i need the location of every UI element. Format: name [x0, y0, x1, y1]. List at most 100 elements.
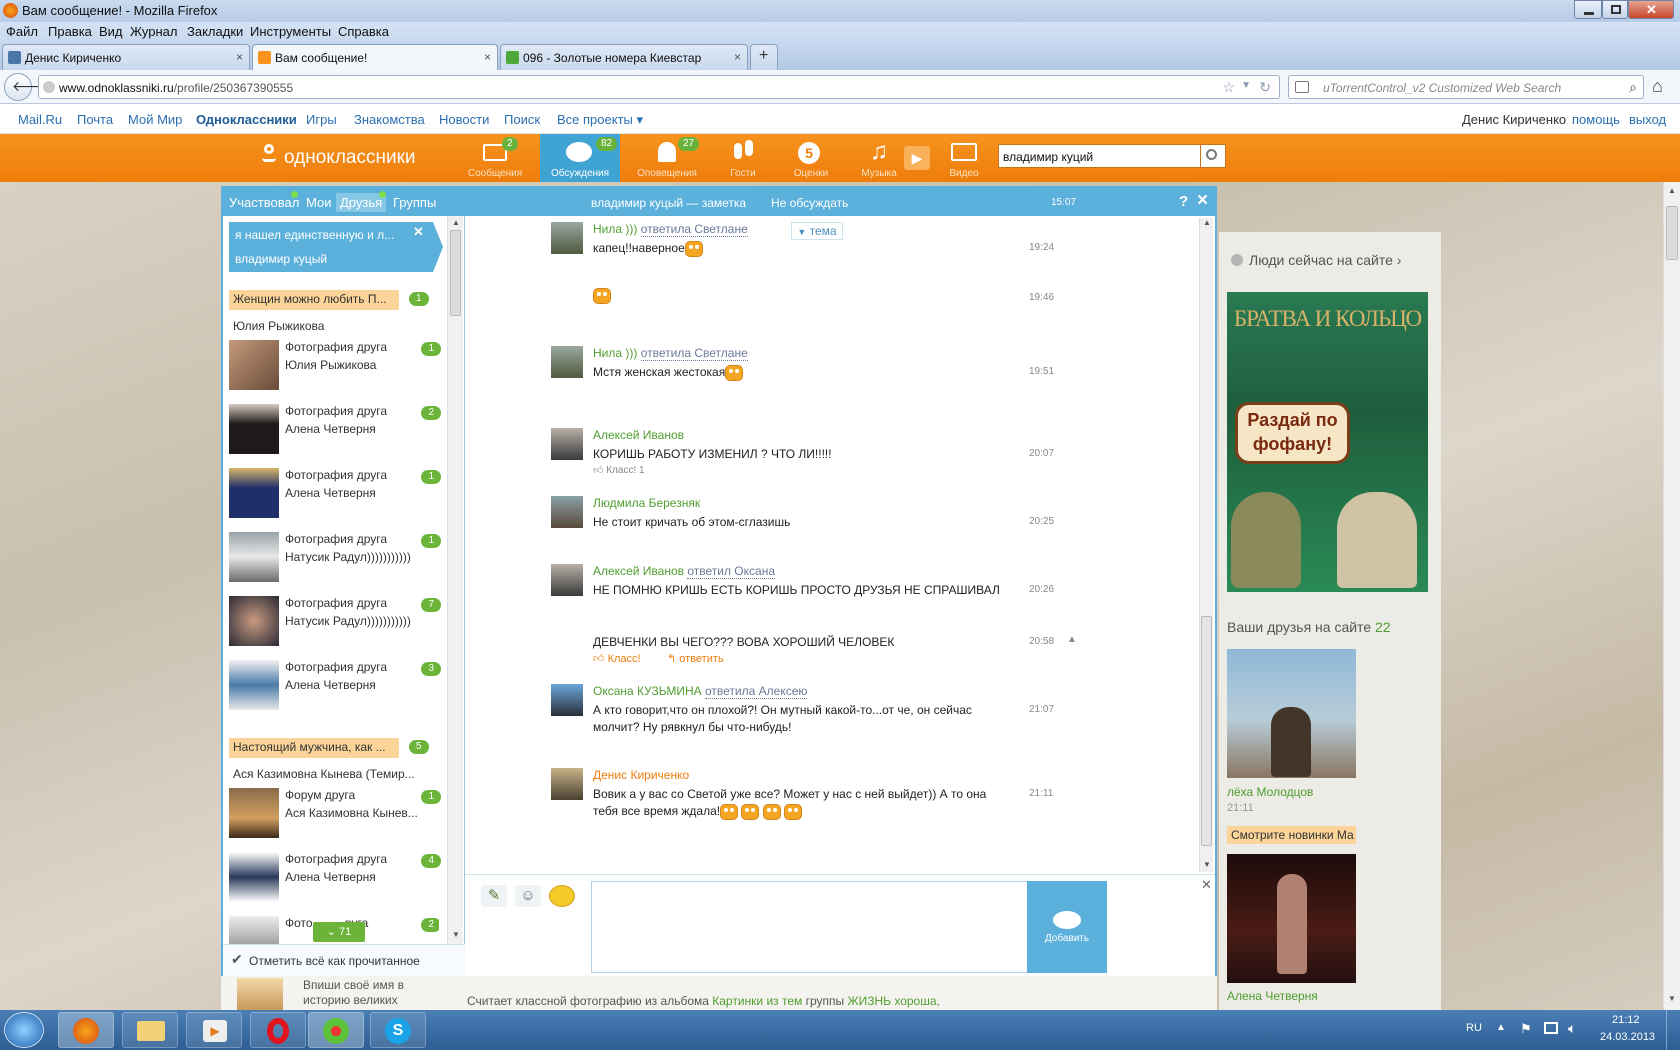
- avatar[interactable]: [551, 346, 583, 378]
- discussion-title[interactable]: владимир куцый — заметка: [591, 196, 746, 210]
- comment-reply-to[interactable]: ответила Алексею: [705, 684, 808, 699]
- nav-guests[interactable]: Гости: [704, 134, 782, 182]
- ad-banner[interactable]: БРАТВА И КОЛЬЦО Раздай по фофану!: [1227, 292, 1428, 592]
- list-item[interactable]: Фотография друга Алена Четверня 4: [229, 844, 441, 904]
- comment-author[interactable]: Нила ))): [593, 222, 637, 236]
- home-icon[interactable]: ⌂: [1652, 76, 1663, 97]
- link-odnoklassniki[interactable]: Одноклассники: [196, 112, 297, 127]
- scroll-up-icon[interactable]: ▲: [452, 218, 460, 227]
- reply-button[interactable]: ↰ ответить: [667, 652, 724, 665]
- avatar[interactable]: [551, 768, 583, 800]
- avatar[interactable]: [551, 222, 583, 254]
- list-item[interactable]: Фотография друга Натусик Радул))))))))))…: [229, 524, 441, 584]
- topic-title[interactable]: Настоящий мужчина, как ...: [229, 738, 399, 758]
- tab-close-icon[interactable]: ×: [236, 50, 243, 64]
- close-window-button[interactable]: ✕: [1628, 0, 1674, 19]
- logout-link[interactable]: выход: [1629, 112, 1666, 127]
- friend-photo[interactable]: [1227, 854, 1356, 983]
- link-mailru[interactable]: Mail.Ru: [18, 112, 62, 127]
- scroll-thumb[interactable]: [450, 230, 461, 316]
- menu-tools[interactable]: Инструменты: [250, 24, 331, 39]
- scroll-thumb[interactable]: [1666, 206, 1678, 260]
- list-item[interactable]: Фотография друга Алена Четверня 3: [229, 652, 441, 712]
- help-icon[interactable]: ?: [1179, 193, 1188, 210]
- chat-scrollbar[interactable]: ▲ ▼: [1199, 218, 1213, 872]
- bookmark-star-icon[interactable]: ☆: [1222, 79, 1235, 96]
- people-online-link[interactable]: Люди сейчас на сайте ›: [1249, 252, 1401, 268]
- ok-search-button[interactable]: [1200, 144, 1226, 168]
- comment-author[interactable]: Людмила Березняк: [593, 496, 700, 510]
- comment-reply-to[interactable]: ответила Светлане: [640, 346, 748, 361]
- promo-text2[interactable]: историю великих: [303, 993, 398, 1007]
- search-engine-icon[interactable]: [1295, 81, 1309, 93]
- start-button[interactable]: [4, 1012, 44, 1048]
- topic-title[interactable]: Женщин можно любить П...: [229, 290, 399, 310]
- friends-online-title[interactable]: Ваши друзья на сайте 22: [1227, 619, 1391, 635]
- scroll-down-icon[interactable]: ▼: [452, 930, 460, 939]
- minimize-button[interactable]: [1574, 0, 1602, 19]
- feed-album-link[interactable]: Картинки из тем: [712, 994, 802, 1008]
- avatar[interactable]: [551, 684, 583, 716]
- promo-thumb[interactable]: [237, 978, 283, 1010]
- url-bar[interactable]: www.odnoklassniki.ru/profile/25036739055…: [38, 75, 1280, 99]
- page-scrollbar[interactable]: ▲ ▼: [1663, 182, 1680, 1010]
- link-mail[interactable]: Почта: [77, 112, 113, 127]
- like-button[interactable]: 👍︎ Класс!: [593, 652, 641, 665]
- feed-group-link[interactable]: ЖИЗНЬ хороша,: [848, 994, 940, 1008]
- menu-file[interactable]: Файл: [6, 24, 38, 39]
- comment-input[interactable]: [591, 881, 1029, 973]
- browser-search-input[interactable]: uTorrentControl_v2 Customized Web Search…: [1288, 75, 1644, 99]
- more-items-button[interactable]: ⌄ 71: [313, 922, 365, 942]
- list-scrollbar[interactable]: ▲ ▼: [447, 216, 463, 944]
- friend-name[interactable]: лёха Молодцов: [1227, 785, 1313, 799]
- friend-name[interactable]: Алена Четверня: [1227, 989, 1318, 1003]
- reload-icon[interactable]: ↻: [1259, 79, 1271, 96]
- pencil-icon[interactable]: ✎: [481, 885, 507, 907]
- avatar[interactable]: [551, 496, 583, 528]
- scroll-thumb[interactable]: [1201, 616, 1212, 846]
- menu-bookmarks[interactable]: Закладки: [187, 24, 243, 39]
- list-item[interactable]: Форум друга Ася Казимовна Кынев... 1: [229, 780, 441, 840]
- tab-message[interactable]: Вам сообщение! ×: [252, 44, 498, 70]
- add-comment-button[interactable]: Добавить: [1027, 881, 1107, 973]
- friend-photo[interactable]: [1227, 649, 1356, 778]
- tab-mine[interactable]: Мои: [306, 195, 331, 210]
- nav-notifications[interactable]: 27 Оповещения: [626, 134, 708, 182]
- link-news[interactable]: Новости: [439, 112, 489, 127]
- menu-history[interactable]: Журнал: [130, 24, 177, 39]
- avatar[interactable]: [551, 428, 583, 460]
- menu-help[interactable]: Справка: [338, 24, 389, 39]
- taskbar-icq[interactable]: [308, 1012, 364, 1048]
- tab-kyivstar[interactable]: 096 - Золотые номера Киевстар МТ... ×: [500, 44, 748, 70]
- list-item[interactable]: Фотография друга Алена Четверня 1: [229, 460, 441, 520]
- link-games[interactable]: Игры: [306, 112, 337, 127]
- unfollow-button[interactable]: Не обсуждать: [771, 196, 848, 210]
- tab-participated[interactable]: Участвовал: [229, 195, 299, 210]
- language-indicator[interactable]: RU: [1466, 1022, 1482, 1034]
- dropdown-icon[interactable]: ▼: [1241, 80, 1251, 91]
- taskbar-media[interactable]: ▶: [186, 1012, 242, 1048]
- nav-messages[interactable]: 2 Сообщения: [456, 134, 534, 182]
- news-label[interactable]: Смотрите новинки Ма: [1227, 826, 1356, 844]
- report-icon[interactable]: ▲: [1067, 634, 1077, 645]
- comment-reply-to[interactable]: ответил Оксана: [687, 564, 775, 579]
- close-icon[interactable]: ×: [1197, 190, 1208, 212]
- list-item[interactable]: Фотография друга Юлия Рыжикова 1: [229, 332, 441, 392]
- comment-author[interactable]: Алексей Иванов: [593, 428, 684, 442]
- avatar[interactable]: [551, 564, 583, 596]
- scroll-down-icon[interactable]: ▼: [1668, 994, 1676, 1003]
- topic-author[interactable]: Ася Казимовна Кынева (Темир...: [233, 767, 429, 781]
- user-name[interactable]: Денис Кириченко: [1462, 112, 1566, 127]
- close-icon[interactable]: ✕: [413, 224, 424, 240]
- menu-view[interactable]: Вид: [99, 24, 123, 39]
- flag-icon[interactable]: ⚑: [1520, 1021, 1532, 1037]
- tab-close-icon[interactable]: ×: [484, 50, 491, 64]
- link-dating[interactable]: Знакомства: [354, 112, 425, 127]
- taskbar-explorer[interactable]: [122, 1012, 178, 1048]
- clock-date[interactable]: 24.03.2013: [1600, 1031, 1655, 1043]
- mark-all-read[interactable]: ✔ Отметить всё как прочитанное: [223, 944, 465, 976]
- tab-close-icon[interactable]: ×: [734, 50, 741, 64]
- comment-author[interactable]: Оксана КУЗЬМИНА: [593, 684, 702, 698]
- volume-icon[interactable]: 🔈︎: [1568, 1020, 1576, 1037]
- close-compose-icon[interactable]: ✕: [1201, 877, 1212, 893]
